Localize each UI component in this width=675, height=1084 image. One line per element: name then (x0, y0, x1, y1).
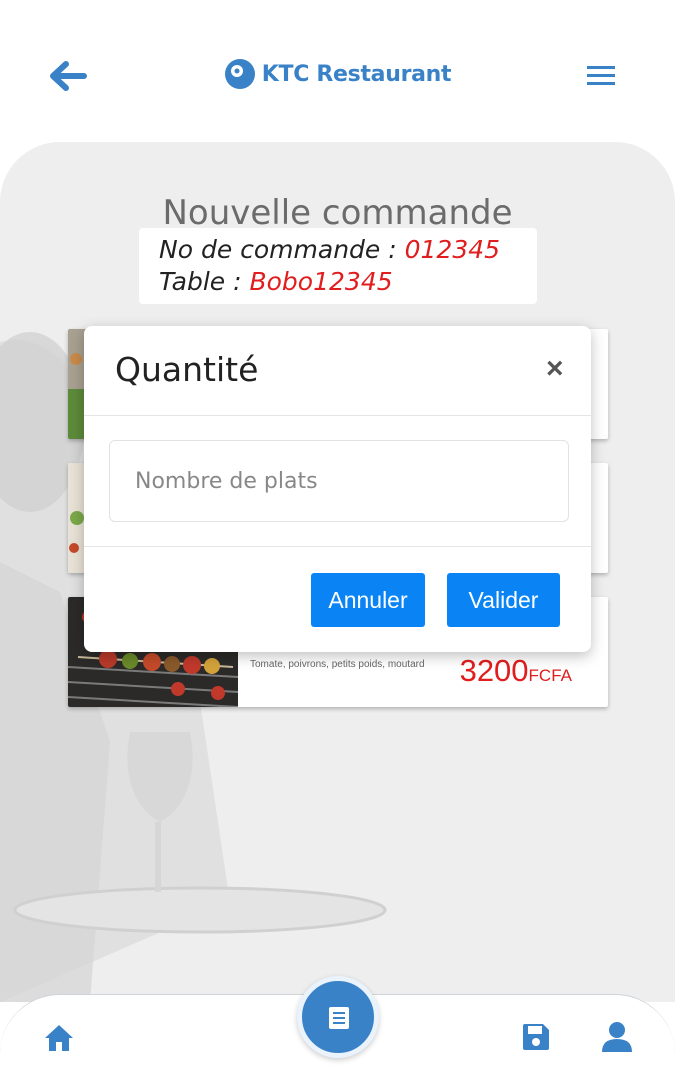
dish-price: 3200FCFA (460, 653, 572, 689)
divider (84, 546, 591, 547)
save-icon[interactable] (521, 1022, 551, 1052)
cancel-button[interactable]: Annuler (311, 573, 425, 627)
dish-description: Tomate, poivrons, petits poids, moutard (250, 659, 425, 670)
divider (84, 415, 591, 416)
order-number-value: 012345 (404, 235, 501, 264)
hamburger-menu-icon[interactable] (585, 62, 617, 90)
quantity-input[interactable] (109, 440, 569, 522)
menu-book-icon (329, 1007, 349, 1029)
brand-logo-icon (224, 59, 255, 89)
close-icon[interactable]: × (546, 354, 564, 384)
order-number-line: No de commande : 012345 (159, 234, 537, 266)
order-info: No de commande : 012345 Table : Bobo1234… (139, 228, 537, 304)
menu-book-button[interactable] (297, 976, 379, 1058)
order-number-label: No de commande : (159, 235, 405, 264)
dish-price-value: 3200 (459, 653, 529, 688)
page-title: Nouvelle commande (162, 192, 513, 233)
app-header: KTC Restaurant (0, 0, 675, 140)
dialog-title: Quantité (115, 350, 259, 389)
brand: KTC Restaurant (0, 58, 675, 90)
table-value: Bobo12345 (249, 267, 393, 296)
quantity-dialog: Quantité × Annuler Valider (84, 326, 591, 652)
table-label: Table : (159, 267, 250, 296)
home-icon[interactable] (42, 1022, 76, 1054)
dish-price-currency: FCFA (528, 666, 572, 685)
user-icon[interactable] (600, 1020, 634, 1054)
table-line: Table : Bobo12345 (159, 266, 537, 298)
confirm-button[interactable]: Valider (447, 573, 560, 627)
brand-name: KTC Restaurant (261, 61, 452, 87)
